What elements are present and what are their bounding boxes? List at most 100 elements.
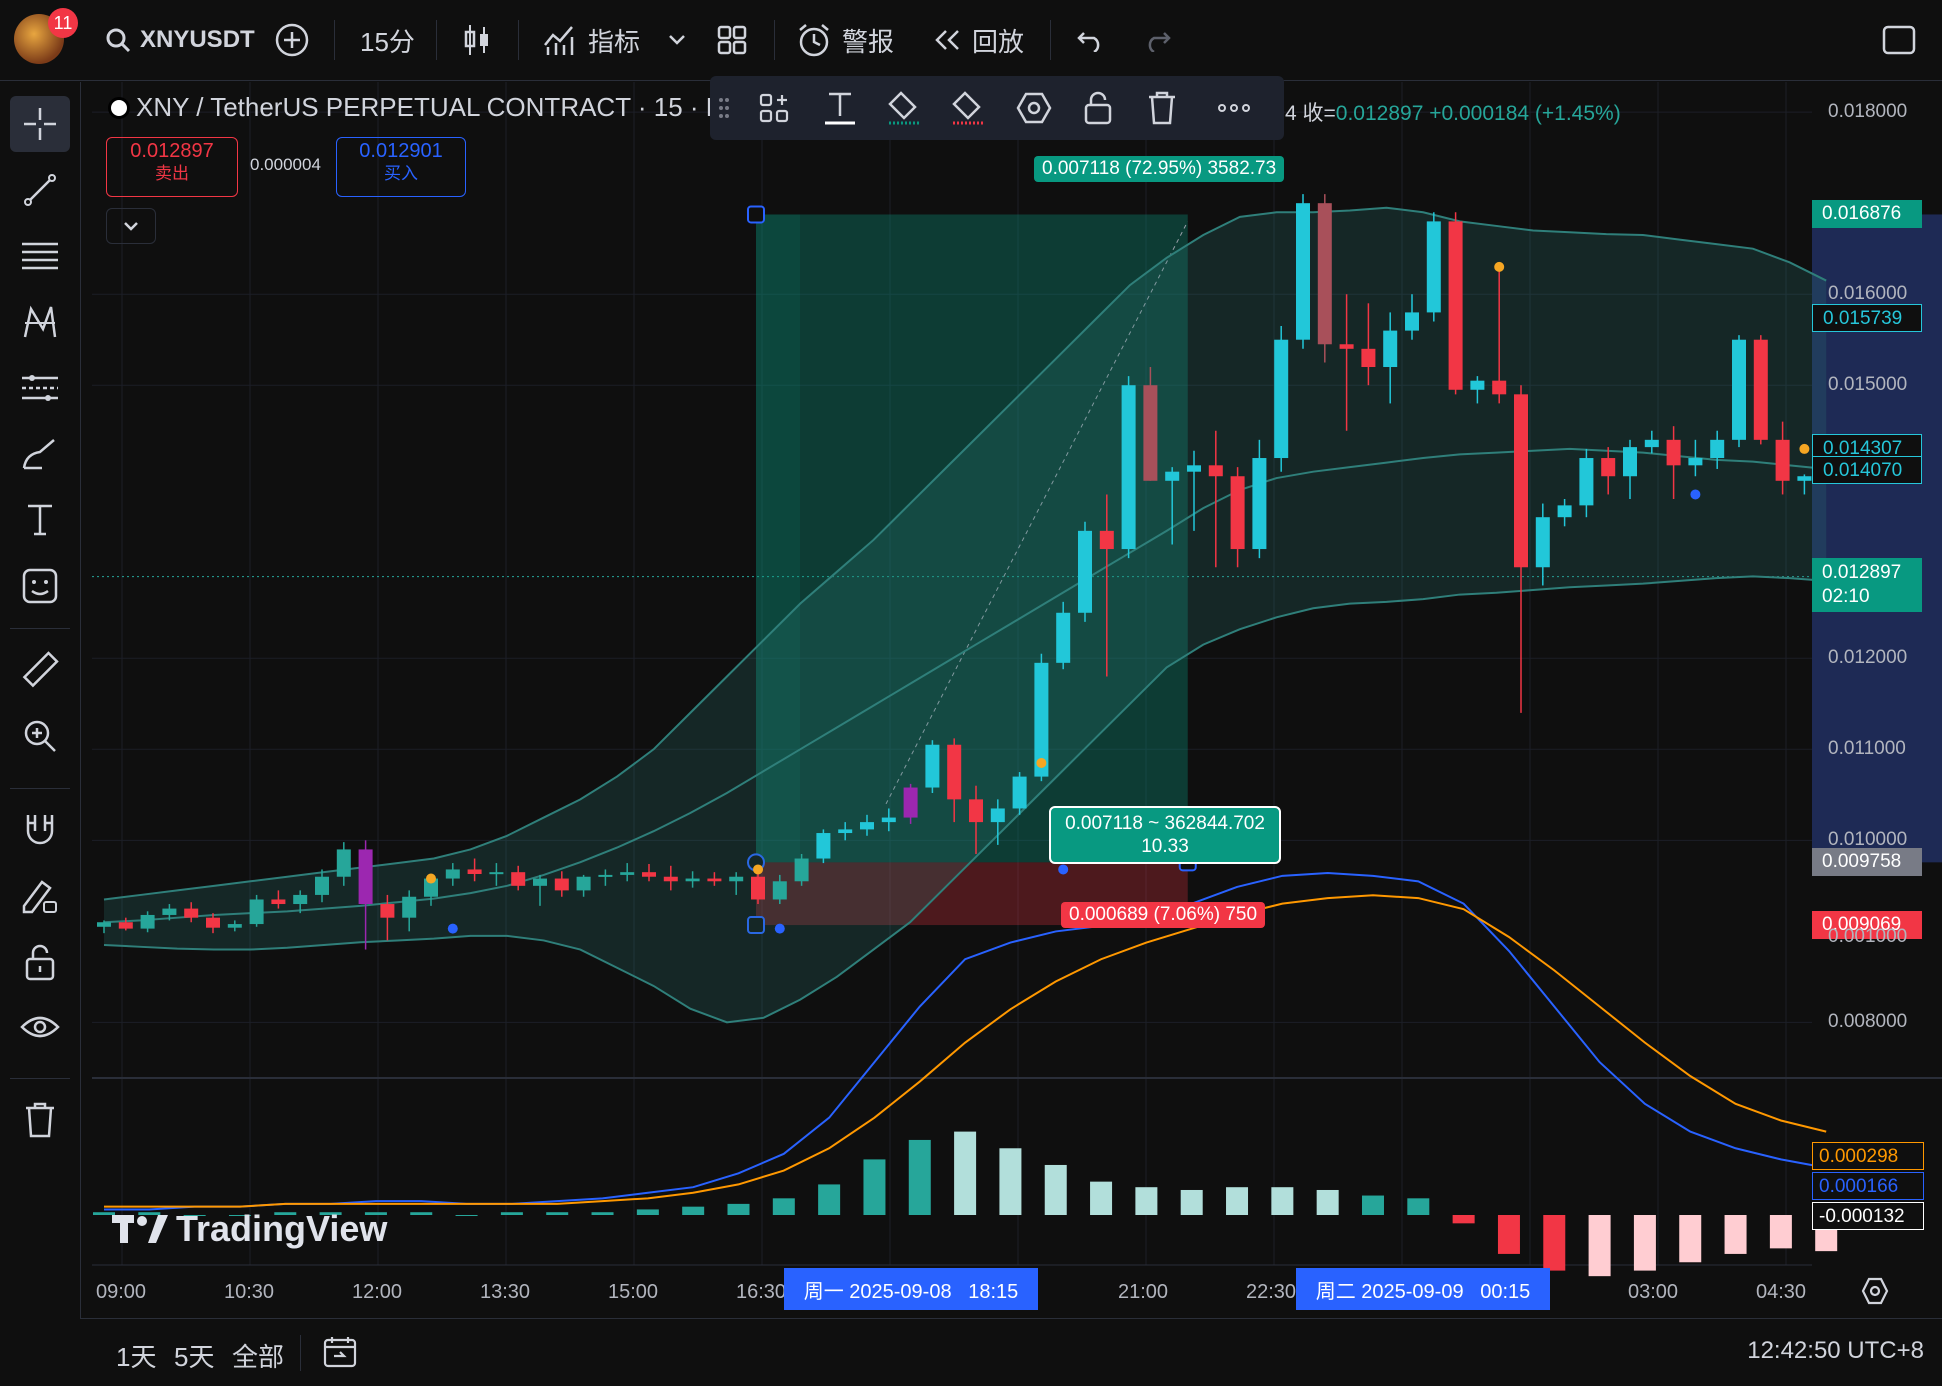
range-1d-button[interactable]: 1天 bbox=[116, 1337, 156, 1374]
candle-body bbox=[97, 922, 111, 927]
macd-histogram-bar bbox=[500, 1212, 523, 1215]
candle-body bbox=[1623, 447, 1637, 477]
candle-body bbox=[881, 817, 896, 823]
candle-body bbox=[511, 872, 526, 886]
sell-button[interactable]: 0.012897 卖出 bbox=[106, 137, 238, 197]
unlock-icon bbox=[1084, 91, 1112, 125]
range-5d-button[interactable]: 5天 bbox=[174, 1337, 214, 1374]
candle-body bbox=[1208, 465, 1223, 477]
candle-body bbox=[1601, 458, 1616, 477]
candle-body bbox=[1078, 530, 1092, 613]
signal-dot bbox=[753, 864, 763, 875]
time-tick: 04:30 bbox=[1756, 1281, 1807, 1303]
settings-button[interactable] bbox=[1010, 84, 1058, 132]
text-color-button[interactable] bbox=[816, 84, 864, 132]
loss-fill-color-button[interactable] bbox=[944, 84, 992, 132]
price-label: 0.009758 bbox=[1812, 848, 1922, 877]
gear-icon bbox=[1861, 1277, 1889, 1305]
time-range-end: 周二 2025-09-09 00:15 bbox=[1296, 1268, 1550, 1310]
candle-body bbox=[380, 904, 395, 918]
current-price-value: 0.012897 bbox=[1822, 561, 1902, 583]
macd-histogram-bar bbox=[772, 1198, 795, 1215]
time-tick: 12:00 bbox=[352, 1281, 403, 1303]
bottom-toolbar: 1天 5天 全部 12:42:50 UTC+8 bbox=[80, 1318, 1942, 1386]
price-label: 0.015739 bbox=[1812, 303, 1922, 332]
buy-price: 0.012901 bbox=[359, 140, 443, 162]
target-label: 0.007118 (72.95%) 3582.73 bbox=[1034, 156, 1285, 182]
signal-dot bbox=[774, 923, 785, 934]
macd-histogram-bar bbox=[818, 1184, 841, 1215]
signal-dot bbox=[447, 923, 458, 934]
hexagon-settings-icon bbox=[1016, 92, 1052, 124]
signal-dot bbox=[1799, 443, 1810, 454]
macd-histogram-bar bbox=[1180, 1189, 1203, 1215]
candle-body bbox=[206, 917, 220, 928]
price-tick: 0.018000 bbox=[1828, 101, 1908, 123]
candle-body bbox=[227, 924, 242, 928]
candle-body bbox=[1252, 458, 1267, 550]
macd-histogram-bar bbox=[1497, 1215, 1520, 1254]
go-to-date-button[interactable] bbox=[322, 1335, 358, 1374]
tradingview-logo-icon bbox=[112, 1215, 168, 1243]
macd-histogram-bar bbox=[1044, 1164, 1067, 1215]
signal-dot bbox=[1494, 261, 1505, 272]
macd-histogram-bar bbox=[1769, 1215, 1792, 1249]
candle-body bbox=[598, 874, 613, 877]
range-all-button[interactable]: 全部 bbox=[232, 1337, 284, 1374]
macd-histogram-bar bbox=[1588, 1215, 1611, 1277]
buy-button[interactable]: 0.012901 买入 bbox=[336, 137, 466, 197]
candle-body bbox=[1317, 203, 1332, 345]
candle-body bbox=[1274, 339, 1289, 459]
candle-body bbox=[1579, 458, 1594, 506]
drag-handle[interactable] bbox=[712, 84, 736, 132]
candle-body bbox=[249, 899, 264, 925]
candle-body bbox=[1361, 348, 1376, 368]
macd-histogram-bar bbox=[546, 1212, 569, 1215]
price-tick: 0.011000 bbox=[1828, 738, 1906, 760]
macd-histogram-bar bbox=[1543, 1215, 1566, 1271]
candle-body bbox=[1056, 612, 1071, 663]
chart-legend: XNY / TetherUS PERPETUAL CONTRACT · 15 ·… bbox=[108, 92, 723, 123]
stop-label: 0.000689 (7.06%) 750 bbox=[1061, 902, 1266, 928]
time-tick: 15:00 bbox=[608, 1281, 659, 1303]
time-range-start: 周一 2025-09-08 18:15 bbox=[784, 1268, 1038, 1310]
candle-body bbox=[794, 858, 809, 882]
time-tick: 16:30 bbox=[736, 1281, 787, 1303]
more-button[interactable] bbox=[1210, 84, 1258, 132]
sell-label: 卖出 bbox=[155, 164, 189, 183]
time-tick: 09:00 bbox=[96, 1281, 147, 1303]
candle-body bbox=[685, 878, 700, 882]
macd-histogram-bar bbox=[591, 1212, 614, 1215]
candle-body bbox=[1426, 221, 1441, 313]
candle-body bbox=[1470, 380, 1485, 390]
price-label: 0.016876 bbox=[1812, 200, 1922, 229]
macd-label: -0.000132 bbox=[1812, 1202, 1924, 1230]
candle-body bbox=[1121, 385, 1136, 550]
time-tick: 22:30 bbox=[1246, 1281, 1297, 1303]
close-value: 0.012897 bbox=[1335, 102, 1424, 125]
candle-body bbox=[903, 787, 918, 818]
trash-icon bbox=[1149, 91, 1175, 125]
candle-body bbox=[1012, 776, 1027, 809]
candle-body bbox=[1514, 394, 1528, 568]
candle-body bbox=[620, 872, 635, 875]
chevron-down-icon bbox=[124, 222, 138, 231]
clock-timezone[interactable]: 12:42:50 UTC+8 bbox=[1747, 1337, 1924, 1365]
candle-body bbox=[1753, 339, 1768, 440]
text-color-icon bbox=[825, 92, 855, 125]
lock-button[interactable] bbox=[1074, 84, 1122, 132]
position-info-label[interactable]: 0.007118 ~ 362844.702 10.33 bbox=[1049, 806, 1281, 864]
delete-button[interactable] bbox=[1138, 84, 1186, 132]
candle-body bbox=[1296, 203, 1310, 340]
candle-body bbox=[1797, 476, 1812, 481]
price-chart[interactable] bbox=[0, 0, 1942, 1385]
legend-ohlc: 4 收=0.012897 +0.000184 (+1.45%) bbox=[1285, 97, 1621, 127]
axis-settings-button[interactable] bbox=[1860, 1276, 1890, 1311]
candle-body bbox=[663, 876, 678, 882]
legend-collapse-button[interactable] bbox=[106, 208, 156, 244]
candle-body bbox=[969, 799, 983, 823]
profit-fill-color-button[interactable] bbox=[880, 84, 928, 132]
candle-body bbox=[533, 878, 547, 886]
templates-button[interactable] bbox=[750, 84, 798, 132]
tradingview-watermark: TradingView bbox=[112, 1208, 387, 1250]
